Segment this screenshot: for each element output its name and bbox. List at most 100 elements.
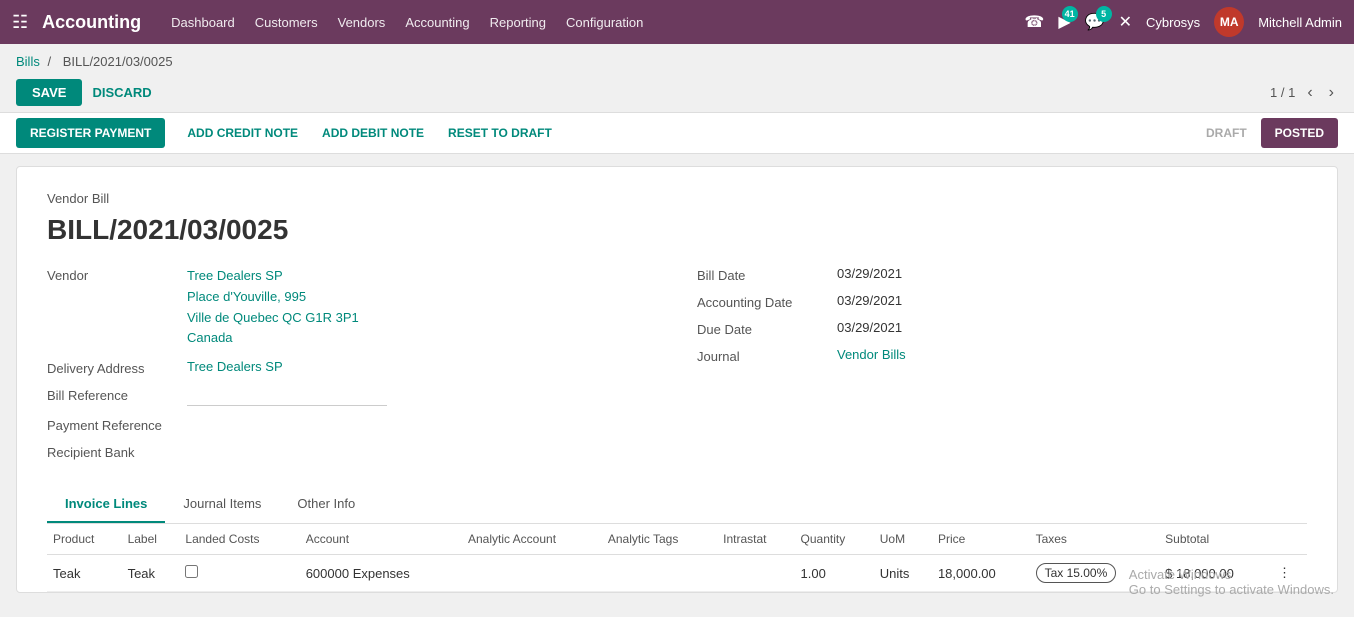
journal-field-row: Journal Vendor Bills <box>697 347 1307 364</box>
close-icon[interactable]: ✕ <box>1119 12 1132 32</box>
vendor-label: Vendor <box>47 266 187 283</box>
due-date-label: Due Date <box>697 320 837 337</box>
bill-date-value[interactable]: 03/29/2021 <box>837 266 902 281</box>
col-taxes: Taxes <box>1030 524 1160 555</box>
chat-icon[interactable]: 💬 5 <box>1085 12 1105 32</box>
col-intrastat: Intrastat <box>717 524 794 555</box>
breadcrumb-parent[interactable]: Bills <box>16 54 40 69</box>
phone-icon[interactable]: ☎ <box>1024 12 1044 32</box>
vendor-address-3: Canada <box>187 328 359 349</box>
tax-badge: Tax 15.00% <box>1036 563 1117 583</box>
tab-journal-items[interactable]: Journal Items <box>165 486 279 523</box>
row-analytic-account[interactable] <box>462 555 602 592</box>
prev-arrow[interactable]: ‹ <box>1303 82 1316 104</box>
next-arrow[interactable]: › <box>1325 82 1338 104</box>
tab-other-info[interactable]: Other Info <box>279 486 373 523</box>
col-label: Label <box>122 524 180 555</box>
delivery-address-field-row: Delivery Address Tree Dealers SP <box>47 359 657 376</box>
pagination-area: 1 / 1 ‹ › <box>1270 82 1338 104</box>
form-fields: Vendor Tree Dealers SP Place d'Youville,… <box>47 266 1307 470</box>
table-header-row: Product Label Landed Costs Account Analy… <box>47 524 1307 555</box>
row-label[interactable]: Teak <box>122 555 180 592</box>
vendor-address-2: Ville de Quebec QC G1R 3P1 <box>187 308 359 329</box>
breadcrumb-separator: / <box>47 54 54 69</box>
bill-date-field-row: Bill Date 03/29/2021 <box>697 266 1307 283</box>
bill-reference-label: Bill Reference <box>47 386 187 403</box>
landed-costs-checkbox[interactable] <box>185 565 198 578</box>
delivery-address-label: Delivery Address <box>47 359 187 376</box>
user-avatar[interactable]: MA <box>1214 7 1244 37</box>
vendor-address-1: Place d'Youville, 995 <box>187 287 359 308</box>
accounting-date-field-row: Accounting Date 03/29/2021 <box>697 293 1307 310</box>
recipient-bank-label: Recipient Bank <box>47 443 187 460</box>
watermark-line1: Activate Windows <box>1129 567 1334 582</box>
bill-reference-field-row: Bill Reference <box>47 386 657 406</box>
main-content: Vendor Bill BILL/2021/03/0025 Vendor Tre… <box>0 154 1354 605</box>
status-draft[interactable]: DRAFT <box>1192 118 1261 148</box>
row-uom[interactable]: Units <box>874 555 932 592</box>
vendor-name: Tree Dealers SP <box>187 266 359 287</box>
add-debit-note-button[interactable]: ADD DEBIT NOTE <box>310 118 436 148</box>
activity-icon[interactable]: ▶ 41 <box>1058 12 1070 32</box>
add-credit-note-button[interactable]: ADD CREDIT NOTE <box>175 118 310 148</box>
recipient-bank-field-row: Recipient Bank <box>47 443 657 460</box>
col-actions <box>1272 524 1307 555</box>
col-subtotal: Subtotal <box>1159 524 1272 555</box>
breadcrumb: Bills / BILL/2021/03/0025 <box>0 44 1354 73</box>
row-intrastat[interactable] <box>717 555 794 592</box>
due-date-field-row: Due Date 03/29/2021 <box>697 320 1307 337</box>
table-row: Teak Teak 600000 Expenses 1.00 Units 18,… <box>47 555 1307 592</box>
tab-invoice-lines[interactable]: Invoice Lines <box>47 486 165 523</box>
menu-customers[interactable]: Customers <box>255 11 318 34</box>
menu-reporting[interactable]: Reporting <box>490 11 546 34</box>
top-right-icons: ☎ ▶ 41 💬 5 ✕ Cybrosys MA Mitchell Admin <box>1024 7 1342 37</box>
row-product[interactable]: Teak <box>47 555 122 592</box>
col-landed-costs: Landed Costs <box>179 524 299 555</box>
col-analytic-account: Analytic Account <box>462 524 602 555</box>
bill-number: BILL/2021/03/0025 <box>47 214 1307 246</box>
grid-icon[interactable]: ☷ <box>12 12 28 33</box>
row-landed-costs[interactable] <box>179 555 299 592</box>
watermark: Activate Windows Go to Settings to activ… <box>1129 567 1334 597</box>
col-price: Price <box>932 524 1030 555</box>
payment-reference-field-row: Payment Reference <box>47 416 657 433</box>
pagination-text: 1 / 1 <box>1270 85 1295 100</box>
action-bar: SAVE DISCARD 1 / 1 ‹ › <box>0 73 1354 112</box>
activity-badge: 41 <box>1062 6 1078 22</box>
menu-configuration[interactable]: Configuration <box>566 11 643 34</box>
discard-button[interactable]: DISCARD <box>92 85 151 100</box>
top-navigation: ☷ Accounting Dashboard Customers Vendors… <box>0 0 1354 44</box>
watermark-line2: Go to Settings to activate Windows. <box>1129 582 1334 597</box>
row-price[interactable]: 18,000.00 <box>932 555 1030 592</box>
vendor-value[interactable]: Tree Dealers SP Place d'Youville, 995 Vi… <box>187 266 359 349</box>
user-name: Mitchell Admin <box>1258 15 1342 30</box>
save-button[interactable]: SAVE <box>16 79 82 106</box>
delivery-address-value[interactable]: Tree Dealers SP <box>187 359 283 374</box>
col-product: Product <box>47 524 122 555</box>
menu-vendors[interactable]: Vendors <box>338 11 386 34</box>
form-card: Vendor Bill BILL/2021/03/0025 Vendor Tre… <box>16 166 1338 593</box>
accounting-date-value[interactable]: 03/29/2021 <box>837 293 902 308</box>
row-account[interactable]: 600000 Expenses <box>300 555 462 592</box>
breadcrumb-current: BILL/2021/03/0025 <box>63 54 173 69</box>
menu-accounting[interactable]: Accounting <box>405 11 469 34</box>
due-date-value[interactable]: 03/29/2021 <box>837 320 902 335</box>
journal-value[interactable]: Vendor Bills <box>837 347 906 362</box>
status-posted[interactable]: POSTED <box>1261 118 1338 148</box>
col-account: Account <box>300 524 462 555</box>
row-quantity[interactable]: 1.00 <box>795 555 874 592</box>
button-bar: REGISTER PAYMENT ADD CREDIT NOTE ADD DEB… <box>0 112 1354 154</box>
tabs: Invoice Lines Journal Items Other Info <box>47 486 1307 524</box>
reset-to-draft-button[interactable]: RESET TO DRAFT <box>436 118 564 148</box>
form-right: Bill Date 03/29/2021 Accounting Date 03/… <box>697 266 1307 470</box>
chat-badge: 5 <box>1096 6 1112 22</box>
bill-reference-input[interactable] <box>187 386 387 406</box>
form-left: Vendor Tree Dealers SP Place d'Youville,… <box>47 266 657 470</box>
journal-label: Journal <box>697 347 837 364</box>
menu-dashboard[interactable]: Dashboard <box>171 11 235 34</box>
top-menu: Dashboard Customers Vendors Accounting R… <box>171 11 1024 34</box>
register-payment-button[interactable]: REGISTER PAYMENT <box>16 118 165 148</box>
invoice-table: Product Label Landed Costs Account Analy… <box>47 524 1307 592</box>
col-uom: UoM <box>874 524 932 555</box>
row-analytic-tags[interactable] <box>602 555 717 592</box>
